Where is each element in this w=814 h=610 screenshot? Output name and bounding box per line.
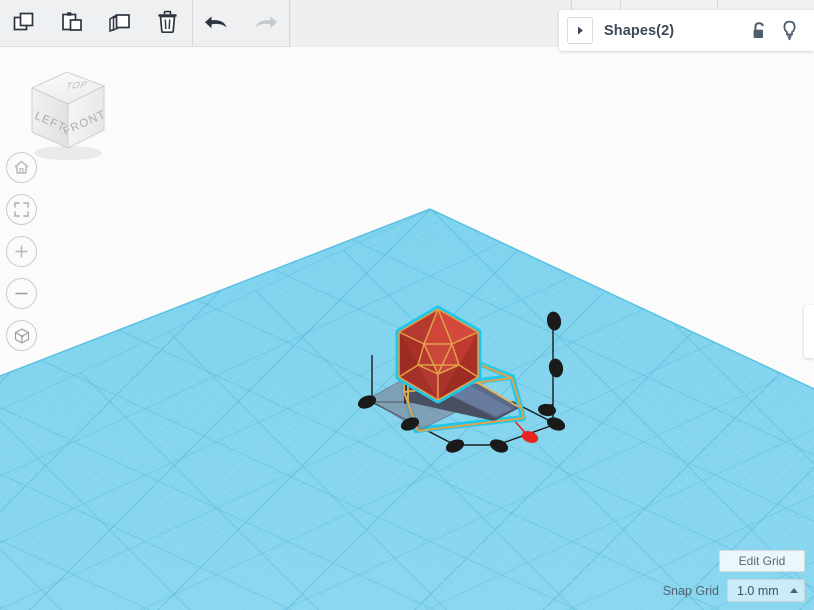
home-icon [14,160,29,174]
lightbulb-icon [782,20,796,41]
snap-grid-row: Snap Grid 1.0 mm [663,579,805,602]
shapes-lock-button[interactable] [744,16,774,46]
collapsed-side-panel[interactable] [804,305,814,358]
redo-arrow-icon [255,16,277,29]
fit-view-button[interactable] [6,194,37,225]
scene-svg [0,208,814,610]
paste-button[interactable] [48,0,96,47]
view-cube[interactable]: TOP LEFT FRONT [12,60,118,166]
projection-toggle-button[interactable] [6,320,37,351]
snap-grid-select[interactable]: 1.0 mm [727,579,805,602]
duplicate-button[interactable] [96,0,144,47]
zoom-out-button[interactable] [6,278,37,309]
home-view-button[interactable] [6,152,37,183]
snap-grid-label: Snap Grid [662,583,719,598]
3d-viewport[interactable]: TOP LEFT FRONT Edit Grid Snap Grid 1.0 m… [0,47,814,610]
snap-grid-value: 1.0 mm [737,583,779,598]
chevron-right-icon [577,26,583,35]
unlock-icon [753,21,764,38]
shapes-panel-title: Shapes(2) [604,22,675,39]
copy-icon [13,12,34,31]
shapes-light-button[interactable] [774,16,804,46]
trash-icon [158,10,177,34]
navigation-controls [6,152,40,362]
undo-arrow-icon [205,16,227,29]
copy-button[interactable] [0,0,48,47]
view-cube-icon: TOP LEFT FRONT [30,71,108,160]
edit-grid-button[interactable]: Edit Grid [719,550,805,572]
redo-button[interactable] [241,0,289,47]
toolbar-group-edit [0,0,192,46]
caret-up-icon [790,588,798,593]
paste-icon [62,12,82,31]
toolbar-group-history [193,0,289,46]
duplicate-icon [109,14,130,33]
shapes-panel: Shapes(2) [559,10,814,51]
zoom-in-button[interactable] [6,236,37,267]
plus-icon [15,245,28,258]
cube-projection-icon [14,327,29,344]
delete-button[interactable] [144,0,192,47]
fit-to-frame-icon [14,202,29,217]
shapes-panel-expand-button[interactable] [567,17,593,44]
undo-button[interactable] [193,0,241,47]
icosahedron-shape[interactable] [395,305,482,404]
editor-root: TOP LEFT FRONT Edit Grid Snap Grid 1.0 m… [0,0,814,610]
toolbar-empty-region [290,1,571,47]
minus-icon [15,292,28,295]
